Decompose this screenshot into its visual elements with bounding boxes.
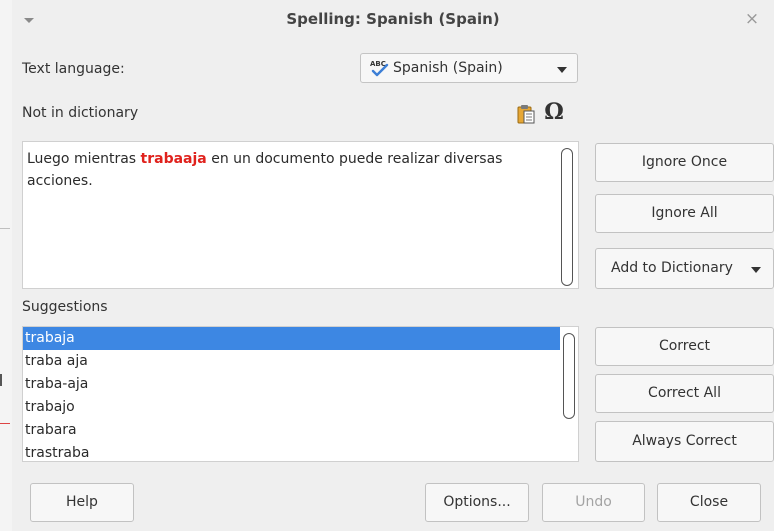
suggestions-scrollbar[interactable] <box>563 333 575 419</box>
correct-button[interactable]: Correct <box>595 327 774 366</box>
background-red-mark <box>0 423 10 424</box>
suggestions-list[interactable]: trabaja traba aja traba-aja trabajo trab… <box>22 326 579 462</box>
always-correct-button[interactable]: Always Correct <box>595 421 774 462</box>
correct-all-button[interactable]: Correct All <box>595 374 774 413</box>
background-line <box>0 228 10 229</box>
close-icon[interactable]: × <box>742 9 762 29</box>
undo-button[interactable]: Undo <box>542 483 645 522</box>
dropdown-arrow-icon <box>557 67 567 73</box>
sentence-text: Luego mientras trabaaja en un documento … <box>27 148 547 192</box>
list-item[interactable]: trabara <box>23 419 560 442</box>
add-to-dictionary-button[interactable]: Add to Dictionary <box>595 248 774 289</box>
text-language-value: Spanish (Spain) <box>393 60 503 76</box>
spellcheck-abc-icon: ABC <box>370 60 389 77</box>
text-language-label: Text language: <box>22 61 125 77</box>
sentence-scrollbar[interactable] <box>561 148 573 286</box>
dialog-title: Spelling: Spanish (Spain) <box>286 10 500 28</box>
sentence-before: Luego mientras <box>27 151 141 167</box>
list-item[interactable]: traba-aja <box>23 373 560 396</box>
spelling-dialog: Spelling: Spanish (Spain) × Text languag… <box>12 0 774 531</box>
ignore-once-button[interactable]: Ignore Once <box>595 143 774 182</box>
list-item[interactable]: traba aja <box>23 350 560 373</box>
ignore-all-button[interactable]: Ignore All <box>595 194 774 233</box>
special-character-omega-icon[interactable]: Ω <box>542 99 566 125</box>
text-language-select[interactable]: ABC Spanish (Spain) <box>360 53 578 83</box>
options-button[interactable]: Options... <box>425 483 529 522</box>
not-in-dictionary-textbox[interactable]: Luego mientras trabaaja en un documento … <box>22 141 579 289</box>
title-bar: Spelling: Spanish (Spain) × <box>12 0 774 40</box>
misspelled-word: trabaaja <box>140 151 207 167</box>
chevron-down-icon <box>751 267 761 273</box>
paste-icon[interactable] <box>517 104 535 124</box>
help-button[interactable]: Help <box>30 483 134 522</box>
add-to-dictionary-label: Add to Dictionary <box>611 260 733 276</box>
not-in-dictionary-label: Not in dictionary <box>22 105 139 121</box>
list-item[interactable]: trabaja <box>23 327 560 350</box>
suggestions-label: Suggestions <box>22 299 108 315</box>
list-item[interactable]: trabajo <box>23 396 560 419</box>
background-text-cursor <box>0 374 8 386</box>
close-button[interactable]: Close <box>657 483 761 522</box>
list-item[interactable]: trastraba <box>23 442 560 461</box>
